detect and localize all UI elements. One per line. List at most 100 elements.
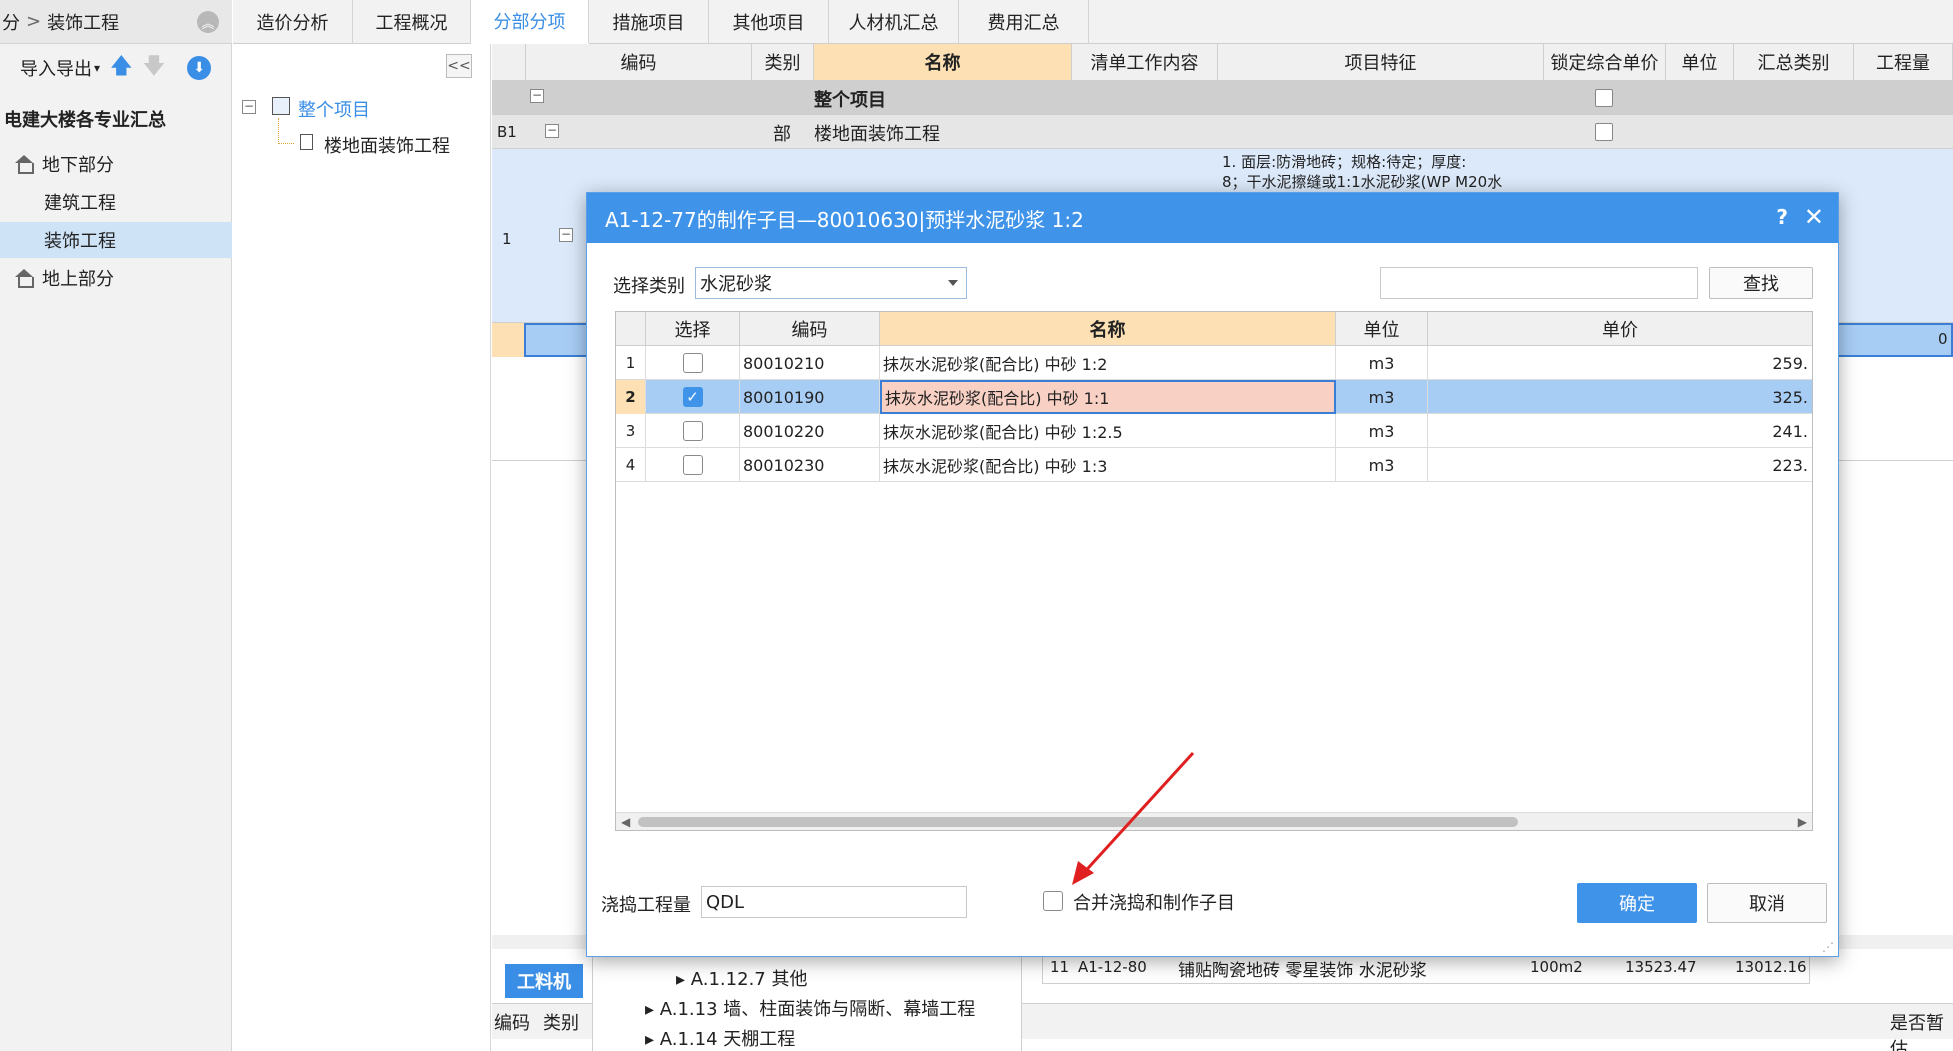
price-cell: 241. — [1772, 421, 1808, 441]
name-cell[interactable]: 抹灰水泥砂浆(配合比) 中砂 1:1 — [880, 380, 1336, 414]
close-icon[interactable]: ✕ — [1804, 203, 1824, 231]
table-row[interactable] — [492, 115, 1953, 149]
col-header-name[interactable]: 名称 — [814, 44, 1072, 81]
tree-toggle-icon[interactable]: − — [242, 100, 256, 114]
row-header — [492, 323, 524, 357]
nav-item-label: 地上部分 — [42, 269, 114, 290]
tree-toggle-icon[interactable]: − — [559, 228, 573, 242]
tree-item[interactable]: ▸ A.1.13 墙、柱面装饰与隔断、幕墙工程 — [645, 995, 975, 1021]
resize-grip-icon[interactable]: ⋰ — [1822, 940, 1834, 954]
collapse-up-icon[interactable]: ︽ — [197, 11, 219, 33]
collapse-panel-button[interactable]: << — [446, 54, 472, 78]
nav-item-building[interactable]: 建筑工程 — [0, 184, 232, 220]
tab-labor-material[interactable]: 工料机 — [505, 964, 583, 998]
col-header-type[interactable]: 类别 — [543, 1009, 579, 1035]
col-header-estimated[interactable]: 是否暂估 — [1890, 1009, 1953, 1051]
col-header-work-content[interactable]: 清单工作内容 — [1072, 44, 1218, 81]
col-header-quantity[interactable]: 工程量 — [1854, 44, 1953, 81]
search-button[interactable]: 查找 — [1709, 267, 1813, 299]
table-row[interactable]: 3 80010220 抹灰水泥砂浆(配合比) 中砂 1:2.5 m3 241. — [616, 414, 1812, 448]
row-price: 13523.47 — [1625, 958, 1697, 976]
name-cell: 抹灰水泥砂浆(配合比) 中砂 1:2.5 — [880, 414, 1336, 448]
tree-item[interactable]: ▸ A.1.14 天棚工程 — [645, 1025, 795, 1051]
breadcrumb-separator: > — [26, 11, 42, 32]
col-header-price[interactable]: 单价 — [1428, 312, 1812, 346]
row-name: 楼地面装饰工程 — [814, 124, 940, 145]
table-row[interactable]: 1 80010210 抹灰水泥砂浆(配合比) 中砂 1:2 m3 259. — [616, 346, 1812, 380]
home-icon — [14, 155, 34, 174]
nav-item-aboveground[interactable]: 地上部分 — [0, 260, 232, 296]
table-row[interactable] — [492, 81, 1953, 115]
tab-other-items[interactable]: 其他项目 — [709, 0, 829, 44]
nav-item-label: 建筑工程 — [44, 193, 116, 214]
select-checkbox[interactable] — [682, 353, 703, 373]
dropdown-caret-icon[interactable]: ▾ — [94, 61, 100, 75]
tab-measures[interactable]: 措施项目 — [589, 0, 709, 44]
row-features: 1. 面层:防滑地砖；规格:待定；厚度: 8；干水泥擦缝或1:1水泥砂浆(WP … — [1222, 153, 1503, 191]
table-row[interactable]: 4 80010230 抹灰水泥砂浆(配合比) 中砂 1:3 m3 223. — [616, 448, 1812, 482]
lock-checkbox[interactable] — [1595, 89, 1613, 107]
select-checkbox[interactable] — [682, 421, 703, 441]
col-header-unit[interactable]: 单位 — [1666, 44, 1734, 81]
col-header-unit[interactable]: 单位 — [1336, 312, 1428, 346]
breadcrumb-current[interactable]: 装饰工程 — [47, 9, 119, 35]
help-icon[interactable]: ? — [1776, 205, 1788, 229]
tab-sub-items[interactable]: 分部分项 — [471, 0, 589, 44]
tab-fee-summary[interactable]: 费用汇总 — [959, 0, 1089, 44]
row-type: 部 — [773, 124, 791, 145]
tree-toggle-icon[interactable]: − — [530, 89, 544, 103]
row-index: 1 — [616, 346, 646, 380]
lock-checkbox[interactable] — [1595, 123, 1613, 141]
cancel-button[interactable]: 取消 — [1707, 883, 1827, 923]
dialog-title: A1-12-77的制作子目—80010630|预拌水泥砂浆 1:2 — [605, 207, 1084, 232]
left-toolbar: 导入导出 ▾ 🡅 🡇 ⬇ — [0, 46, 232, 90]
category-select[interactable]: 水泥砂浆 — [695, 267, 967, 299]
download-icon[interactable]: ⬇ — [187, 56, 212, 80]
select-cell — [646, 414, 740, 448]
tree-item[interactable]: 楼地面装饰工程 — [324, 132, 450, 158]
col-header-select[interactable]: 选择 — [646, 312, 740, 346]
grid-corner — [492, 44, 526, 81]
table-row-selected[interactable]: 2 ✓ 80010190 抹灰水泥砂浆(配合比) 中砂 1:1 m3 325. — [616, 380, 1812, 414]
project-title[interactable]: 电建大楼各专业汇总 — [4, 106, 166, 132]
category-label: 选择类别 — [613, 276, 685, 297]
search-input[interactable] — [1380, 267, 1698, 299]
annotation-arrow-icon — [1072, 751, 1195, 885]
tree-item[interactable]: ▸ A.1.12.7 其他 — [676, 965, 807, 991]
row-code: A1-12-80 — [1078, 958, 1147, 976]
dialog-titlebar[interactable]: A1-12-77的制作子目—80010630|预拌水泥砂浆 1:2 — [587, 193, 1838, 243]
scroll-left-icon[interactable]: ◀ — [621, 815, 630, 829]
import-export-menu[interactable]: 导入导出 — [20, 55, 92, 81]
col-header-summary-type[interactable]: 汇总类别 — [1734, 44, 1854, 81]
nav-item-underground[interactable]: 地下部分 — [0, 146, 232, 182]
col-header-code[interactable]: 编码 — [494, 1009, 530, 1035]
col-header-type[interactable]: 类别 — [752, 44, 814, 81]
ok-button[interactable]: 确定 — [1577, 883, 1697, 923]
unit-cell: m3 — [1336, 346, 1428, 380]
nav-item-decoration[interactable]: 装饰工程 — [0, 222, 232, 258]
select-cell — [646, 448, 740, 482]
col-header-lock-price[interactable]: 锁定综合单价 — [1544, 44, 1666, 81]
move-up-icon[interactable]: 🡅 — [110, 49, 133, 87]
scroll-right-icon[interactable]: ▶ — [1798, 815, 1807, 829]
select-checkbox[interactable] — [682, 455, 703, 475]
horizontal-scrollbar[interactable]: ◀ ▶ — [616, 812, 1812, 830]
code-cell: 80010190 — [740, 380, 880, 414]
col-header-features[interactable]: 项目特征 — [1218, 44, 1544, 81]
breadcrumb-prefix[interactable]: 分 — [2, 9, 20, 35]
col-header-code[interactable]: 编码 — [740, 312, 880, 346]
code-cell: 80010220 — [740, 414, 880, 448]
pour-quantity-input[interactable]: QDL — [701, 886, 967, 918]
col-header-code[interactable]: 编码 — [526, 44, 752, 81]
tab-labor-material-summary[interactable]: 人材机汇总 — [829, 0, 959, 44]
name-cell: 抹灰水泥砂浆(配合比) 中砂 1:3 — [880, 448, 1336, 482]
tab-cost-analysis[interactable]: 造价分析 — [233, 0, 353, 44]
tab-project-overview[interactable]: 工程概况 — [353, 0, 471, 44]
move-down-icon[interactable]: 🡇 — [143, 49, 166, 87]
col-header-name[interactable]: 名称 — [880, 312, 1336, 346]
tree-root[interactable]: 整个项目 — [298, 96, 370, 122]
checkmark-icon[interactable]: ✓ — [682, 387, 703, 407]
pour-quantity-label: 浇捣工程量 — [601, 895, 691, 916]
unit-cell: m3 — [1336, 380, 1428, 414]
tree-toggle-icon[interactable]: − — [545, 124, 559, 138]
